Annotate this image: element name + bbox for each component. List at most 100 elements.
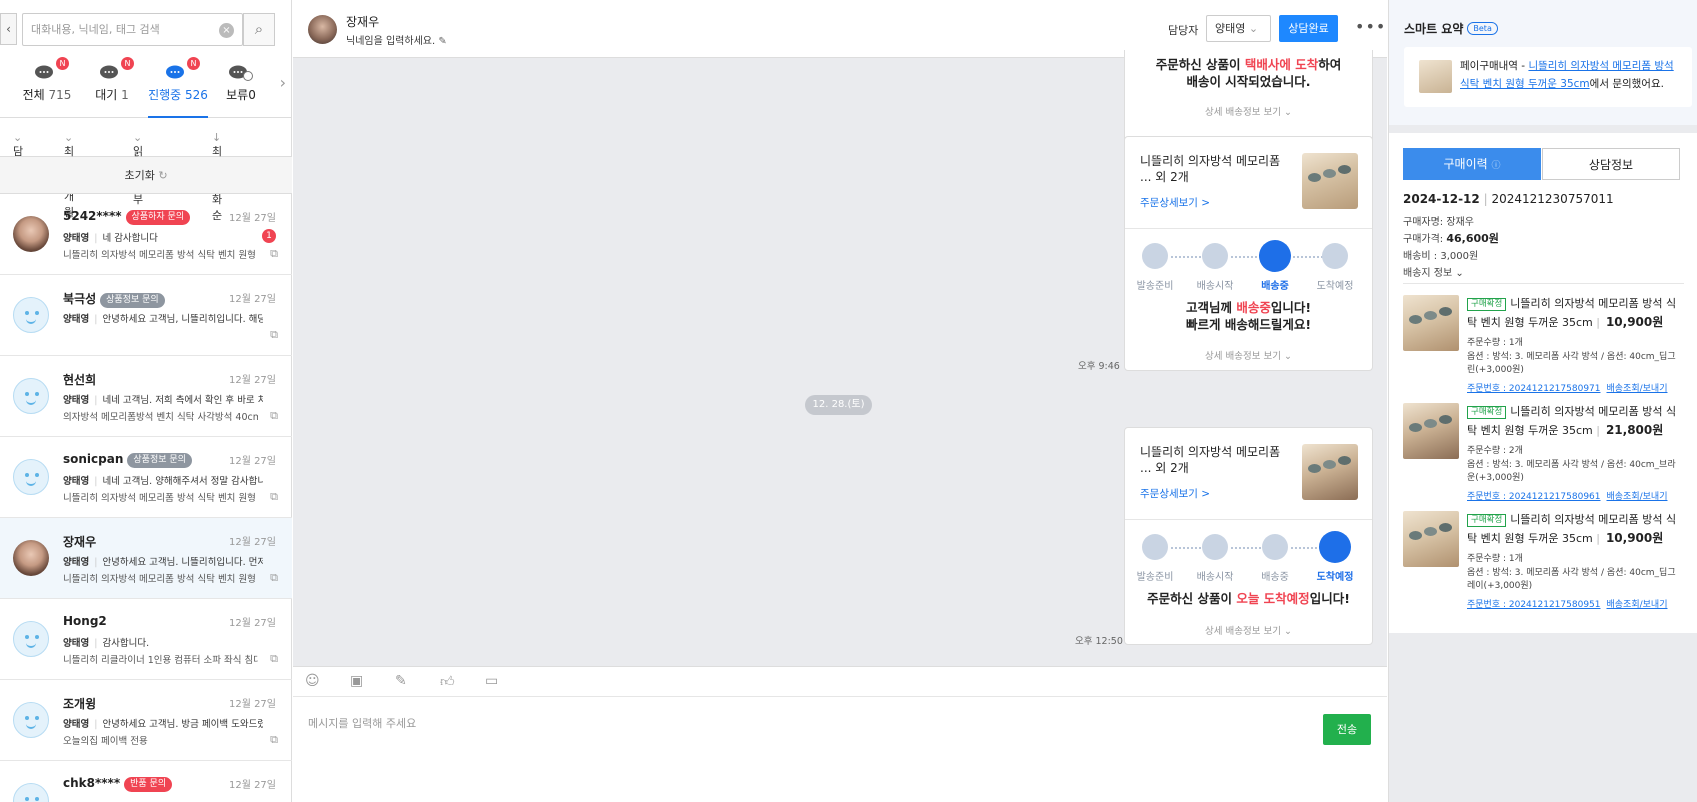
delivery-detail-link[interactable]: 상세 배송정보 보기 ⌄: [1125, 623, 1372, 637]
delivery-message: 고객님께 배송중입니다! 빠르게 배송해드릴게요!: [1185, 300, 1312, 332]
chevron-down-icon: ⌄: [1248, 22, 1259, 35]
conversation-row[interactable]: Hong2 12월 27일 양태영 | 감사합니다. 니뜰리히 리클라이너 1인용 …: [0, 599, 292, 680]
order-number-link[interactable]: 주문번호 : 2024121217580971: [1467, 384, 1601, 394]
product-name: 구매확정 니뜰리히 의자방석 메모리폼 방석 식탁 벤치 원형 두꺼운 35cm …: [1467, 297, 1677, 329]
external-link-icon[interactable]: ⧉: [270, 733, 278, 747]
conversation-date: 12월 27일: [228, 213, 276, 224]
conversation-row[interactable]: 북극성 상품정보 문의 12월 27일 양태영 | 안녕하세요 고객님, 니뜰리히입니…: [0, 275, 292, 356]
purchase-panel: 구매이력 ⓘ 상담정보 2024-12-12 | 202412123075701…: [1389, 133, 1697, 633]
info-icon: ⓘ: [1491, 161, 1501, 171]
tab-all[interactable]: N 전체 715: [18, 55, 76, 118]
check-box-icon: [1319, 531, 1351, 563]
external-link-icon[interactable]: ⧉: [270, 571, 278, 585]
tab-in-progress[interactable]: N 진행중 526: [148, 55, 208, 118]
tab-waiting[interactable]: N 대기 1: [88, 55, 136, 118]
tracking-link[interactable]: 배송조회/보내기: [1607, 600, 1668, 610]
step-shipping: 배송중: [1245, 534, 1305, 583]
avatar: [13, 459, 49, 495]
assignee-select[interactable]: 양태영 ⌄: [1206, 15, 1271, 42]
tracking-link[interactable]: 배송조회/보내기: [1607, 384, 1668, 394]
avatar: [308, 15, 337, 44]
step-arrival: 도착예정: [1305, 243, 1365, 292]
collapse-sidebar-button[interactable]: ‹: [0, 13, 17, 45]
order-detail-link[interactable]: 주문상세보기 >: [1140, 486, 1210, 501]
external-link-icon[interactable]: ⧉: [270, 652, 278, 666]
product-thumbnail: [1302, 153, 1358, 209]
step-prepare: 발송준비: [1125, 534, 1185, 583]
last-message: 양태영|안녕하세요 고객님. 방금 페이백 도와드렸습니...: [63, 719, 263, 730]
customer-name: Hong2: [63, 614, 107, 628]
step-start: 배송시작: [1185, 534, 1245, 583]
nickname-field[interactable]: 닉네임을 입력하세요. ✎: [346, 32, 447, 47]
unread-badge: 1: [262, 229, 276, 243]
delivery-message: 주문하신 상품이 오늘 도착예정입니다!: [1147, 591, 1350, 606]
tab-purchase-history[interactable]: 구매이력 ⓘ: [1403, 148, 1541, 180]
image-icon[interactable]: ▣: [350, 673, 363, 689]
reset-button[interactable]: 초기화 ↻: [0, 157, 292, 194]
assignee-value: 양태영: [1215, 22, 1246, 35]
filter-assignee[interactable]: 담당자 ⌄: [13, 131, 23, 190]
message-input[interactable]: 메시지를 입력해 주세요: [308, 715, 416, 731]
status-badge: 구매확정: [1467, 406, 1507, 419]
external-link-icon[interactable]: ⧉: [270, 490, 278, 504]
tab-consult-info[interactable]: 상담정보: [1542, 148, 1680, 180]
quantity: 주문수량 : 1개: [1467, 554, 1523, 564]
avatar: [13, 297, 49, 333]
purchase-item: 구매확정 니뜰리히 의자방석 메모리폼 방석 식탁 벤치 원형 두꺼운 35cm …: [1403, 511, 1685, 613]
clear-icon[interactable]: ×: [219, 23, 234, 38]
conversation-row[interactable]: 현선희 12월 27일 양태영 | 네네 고객님. 저희 측에서 확인 후 바로 처…: [0, 356, 292, 437]
complete-consult-button[interactable]: 상담완료: [1279, 15, 1338, 42]
order-number-link[interactable]: 주문번호 : 2024121217580961: [1467, 492, 1601, 502]
related-product: 니뜰리히 의자방석 메모리폼 방석 식탁 벤치 원형 두꺼...: [63, 493, 258, 504]
thumbs-up-icon[interactable]: 👍︎: [440, 673, 455, 690]
pen-icon[interactable]: ✎: [395, 673, 407, 689]
calendar-icon: [1202, 534, 1228, 560]
order-detail-link[interactable]: 주문상세보기 >: [1140, 195, 1210, 210]
chat-bubble-icon: [229, 65, 253, 81]
shipping-info-toggle[interactable]: 배송지 정보 ⌄: [1403, 264, 1464, 279]
external-link-icon[interactable]: ⧉: [270, 328, 278, 342]
chevron-right-icon[interactable]: ›: [280, 73, 286, 92]
emoji-icon[interactable]: ☺: [305, 673, 320, 689]
summary-card: 페이구매내역 - 니뜰리히 의자방석 메모리폼 방석 식탁 벤치 원형 두꺼운 …: [1404, 47, 1692, 107]
delivery-detail-link[interactable]: 상세 배송정보 보기 ⌄: [1125, 104, 1372, 118]
external-link-icon[interactable]: ⧉: [270, 247, 278, 261]
tab-on-hold[interactable]: 보류0: [220, 55, 262, 118]
search-button[interactable]: ⌕: [243, 13, 275, 46]
status-badge: 구매확정: [1467, 514, 1507, 527]
truck-icon: [1262, 534, 1288, 560]
pencil-icon[interactable]: ✎: [438, 36, 446, 47]
order-number-link[interactable]: 주문번호 : 2024121217580951: [1467, 600, 1601, 610]
refresh-icon: ↻: [158, 169, 168, 182]
summary-text: 페이구매내역 - 니뜰리히 의자방석 메모리폼 방석 식탁 벤치 원형 두꺼운 …: [1460, 60, 1674, 90]
shipping-fee: 배송비 : 3,000원: [1403, 251, 1479, 262]
conversation-row[interactable]: 장재우 12월 27일 양태영|안녕하세요 고객님. 니뜰리히입니다. 먼저 출…: [0, 518, 292, 599]
filter-period[interactable]: 최근 3개월 ⌄: [64, 131, 74, 219]
avatar: [13, 621, 49, 657]
folder-icon[interactable]: ▭: [485, 673, 498, 689]
tracking-link[interactable]: 배송조회/보내기: [1607, 492, 1668, 502]
check-box-icon: [1322, 243, 1348, 269]
conversation-date: 12월 27일: [228, 456, 276, 467]
delivery-detail-link[interactable]: 상세 배송정보 보기 ⌄: [1125, 348, 1372, 362]
conversation-row[interactable]: sonicpan 상품정보 문의 12월 27일 양태영 | 네네 고객님. 양해해주…: [0, 437, 292, 518]
conversation-row[interactable]: 5242**** 상품하자 문의 12월 27일 양태영 | 네 감사합니다 니뜰리히…: [0, 194, 292, 275]
new-badge: N: [56, 57, 69, 70]
buyer-row: 구매자명: 장재우: [1403, 217, 1474, 228]
status-tabs: N 전체 715 N 대기 1 N 진행중 526 보류0 ›: [0, 55, 292, 118]
conversation-date: 12월 27일: [228, 537, 276, 548]
customer-name: 조개윙: [63, 697, 97, 711]
last-message: 양태영 | 감사합니다.: [63, 638, 150, 649]
search-input[interactable]: 대화내용, 닉네임, 태그 검색 ×: [22, 13, 243, 46]
conversation-row[interactable]: chk8**** 반품 문의 12월 27일: [0, 761, 292, 802]
inquiry-tag: 상품정보 문의: [127, 453, 192, 468]
sort-recent[interactable]: 최근 대화순 ↓: [212, 131, 222, 222]
send-button[interactable]: 전송: [1323, 714, 1371, 745]
conversation-date: 12월 27일: [228, 294, 276, 305]
more-options-icon[interactable]: •••: [1355, 17, 1386, 36]
purchase-item: 구매확정 니뜰리히 의자방석 메모리폼 방석 식탁 벤치 원형 두꺼운 35cm …: [1403, 295, 1685, 397]
last-message: 양태영|네네 고객님. 양해해주셔서 정말 감사합니다. ㅠ...: [63, 476, 263, 487]
external-link-icon[interactable]: ⧉: [270, 409, 278, 423]
conversation-row[interactable]: 조개윙 12월 27일 양태영|안녕하세요 고객님. 방금 페이백 도와드렸습니…: [0, 680, 292, 761]
filter-read[interactable]: 읽음여부 ⌄: [133, 131, 143, 206]
